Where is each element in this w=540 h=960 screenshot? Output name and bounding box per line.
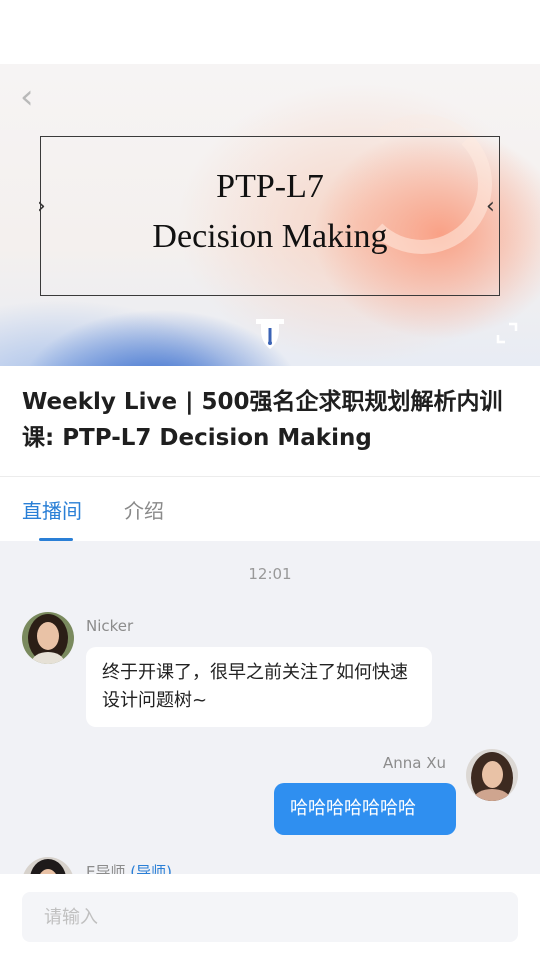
cover-title-line1: PTP-L7 [216,168,324,205]
input-bar [0,874,540,960]
tab-introduction[interactable]: 介绍 [124,497,164,525]
avatar[interactable] [22,612,74,664]
status-bar [0,0,540,64]
sender-name-text: E导师 [86,863,126,874]
pen-nib-logo-icon [256,319,284,349]
course-title: Weekly Live | 500强名企求职规划解析内训课: PTP-L7 De… [22,389,503,451]
message-input[interactable] [22,892,518,942]
message-bubble: 终于开课了，很早之前关注了如何快速设计问题树~ [86,647,432,727]
sender-name: Nicker [86,617,134,635]
chat-area[interactable]: 12:01 Nicker 终于开课了，很早之前关注了如何快速设计问题树~ Ann… [0,541,540,874]
tab-live-room[interactable]: 直播间 [22,497,82,525]
avatar[interactable] [466,749,518,801]
tab-bar: 直播间 介绍 [0,477,540,541]
cover-title-line2: Decision Making [152,218,388,255]
sender-role-badge: (导师) [130,863,172,874]
course-cover: ‹ › ‹ PTP-L7 Decision Making [0,64,540,366]
sender-name: Anna Xu [383,754,447,772]
sender-name: E导师 (导师) [86,861,172,874]
message-bubble-self: 哈哈哈哈哈哈哈 [274,783,456,835]
avatar[interactable] [22,857,74,874]
cover-frame [40,136,500,296]
back-chevron-icon[interactable]: ‹ [20,80,50,114]
chat-timestamp: 12:01 [248,565,292,583]
fullscreen-icon[interactable] [496,322,518,344]
